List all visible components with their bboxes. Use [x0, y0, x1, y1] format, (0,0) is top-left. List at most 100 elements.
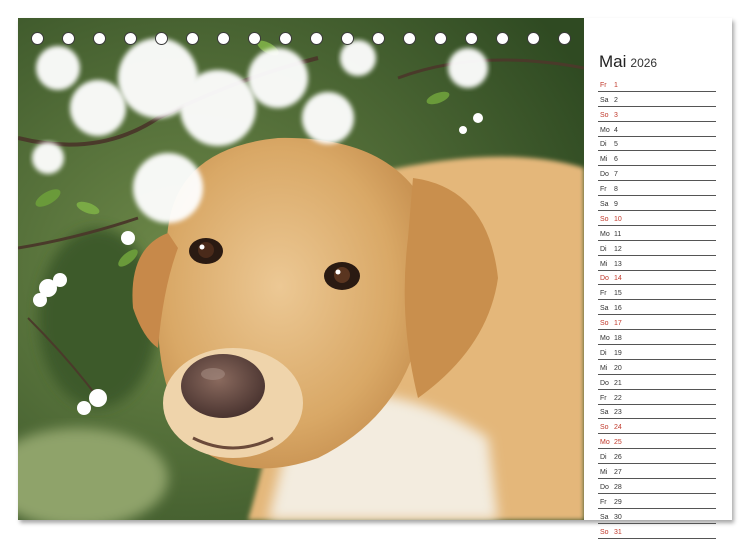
weekday-label: Fr	[600, 498, 607, 506]
day-row: So 24	[598, 419, 716, 435]
ring-icon	[62, 32, 75, 45]
day-number: 30	[614, 513, 622, 521]
day-row: Di 26	[598, 449, 716, 465]
year-label: 2026	[630, 56, 658, 70]
day-row: Mi 20	[598, 360, 716, 375]
day-row: So 3	[598, 107, 716, 122]
day-list: Fr 1 Sa 2 So 3 Mo 4 Di 5 Mi 6 Do 7 Fr 8 Sa 9 So 10 Mo 11 Di 12 M…	[598, 77, 716, 539]
day-number: 10	[614, 215, 622, 223]
weekday-label: Fr	[600, 186, 607, 194]
ring-icon	[155, 32, 168, 45]
weekday-label: Mo	[600, 230, 610, 238]
day-number: 4	[614, 126, 618, 134]
day-row: Di 19	[598, 345, 716, 360]
day-number: 21	[614, 379, 622, 387]
day-row: Do 21	[598, 375, 716, 390]
day-row: So 31	[598, 524, 716, 539]
weekday-label: Mo	[600, 439, 610, 447]
day-row: Fr 22	[598, 390, 716, 405]
ring-icon	[341, 32, 354, 45]
weekday-label: Mi	[600, 469, 608, 477]
weekday-label: Mi	[600, 156, 608, 164]
day-row: Mi 6	[598, 151, 716, 167]
day-row: Fr 15	[598, 285, 716, 301]
day-number: 20	[614, 364, 622, 372]
weekday-label: So	[600, 424, 609, 432]
weekday-label: Fr	[600, 394, 607, 402]
day-number: 24	[614, 424, 622, 432]
day-number: 5	[614, 141, 618, 149]
ring-icon	[527, 32, 540, 45]
weekday-label: So	[600, 215, 609, 223]
weekday-label: Di	[600, 141, 607, 149]
ring-icon	[186, 32, 199, 45]
day-number: 2	[614, 96, 618, 104]
day-number: 27	[614, 469, 622, 477]
day-row: Sa 2	[598, 92, 716, 107]
ring-icon	[217, 32, 230, 45]
day-row: Do 28	[598, 479, 716, 494]
day-number: 26	[614, 454, 622, 462]
dog-photo	[18, 18, 584, 520]
weekday-label: Sa	[600, 201, 609, 209]
weekday-label: Sa	[600, 305, 609, 313]
weekday-label: Di	[600, 349, 607, 357]
day-number: 17	[614, 320, 622, 328]
day-row: Mo 25	[598, 434, 716, 450]
day-row: Di 5	[598, 137, 716, 152]
ring-icon	[403, 32, 416, 45]
day-number: 14	[614, 275, 622, 283]
day-number: 25	[614, 439, 622, 447]
day-number: 22	[614, 394, 622, 402]
day-number: 18	[614, 335, 622, 343]
weekday-label: Di	[600, 454, 607, 462]
day-row: Mo 18	[598, 330, 716, 346]
ring-icon	[434, 32, 447, 45]
weekday-label: Mo	[600, 335, 610, 343]
weekday-label: So	[600, 528, 609, 536]
ring-icon	[279, 32, 292, 45]
day-row: Sa 16	[598, 300, 716, 316]
day-number: 1	[614, 81, 618, 89]
weekday-label: Mo	[600, 126, 610, 134]
ring-icon	[372, 32, 385, 45]
day-row: Sa 23	[598, 405, 716, 420]
ring-icon	[558, 32, 571, 45]
month-heading: Mai 2026	[599, 52, 657, 72]
day-row: Fr 8	[598, 181, 716, 197]
day-number: 16	[614, 305, 622, 313]
ring-icon	[465, 32, 478, 45]
ring-icon	[124, 32, 137, 45]
day-number: 31	[614, 528, 622, 536]
weekday-label: Mi	[600, 260, 608, 268]
weekday-label: Di	[600, 245, 607, 253]
ring-icon	[93, 32, 106, 45]
weekday-label: Sa	[600, 96, 609, 104]
weekday-label: So	[600, 320, 609, 328]
month-name: Mai	[599, 52, 627, 71]
day-row: Mo 11	[598, 226, 716, 241]
day-number: 11	[614, 230, 622, 238]
day-number: 23	[614, 409, 622, 417]
day-row: Di 12	[598, 241, 716, 256]
weekday-label: Mi	[600, 364, 608, 372]
ring-icon	[31, 32, 44, 45]
calendar-page: Mai 2026 Fr 1 Sa 2 So 3 Mo 4 Di 5 Mi 6 Do 7 Fr 8 Sa 9 So 10 M…	[18, 18, 732, 539]
weekday-label: So	[600, 111, 609, 119]
day-row: Do 14	[598, 271, 716, 286]
day-row: Fr 1	[598, 77, 716, 92]
day-number: 29	[614, 498, 622, 506]
weekday-label: Do	[600, 483, 609, 491]
day-number: 15	[614, 290, 622, 298]
calendar-panel: Mai 2026 Fr 1 Sa 2 So 3 Mo 4 Di 5 Mi 6 Do 7 Fr 8 Sa 9 So 10 M…	[584, 18, 732, 539]
weekday-label: Do	[600, 379, 609, 387]
day-number: 12	[614, 245, 622, 253]
weekday-label: Sa	[600, 513, 609, 521]
weekday-label: Sa	[600, 409, 609, 417]
day-row: Mi 27	[598, 464, 716, 480]
day-row: Mo 4	[598, 122, 716, 137]
ring-icon	[248, 32, 261, 45]
day-row: Mi 13	[598, 256, 716, 271]
ring-icon	[310, 32, 323, 45]
day-row: Sa 9	[598, 196, 716, 212]
